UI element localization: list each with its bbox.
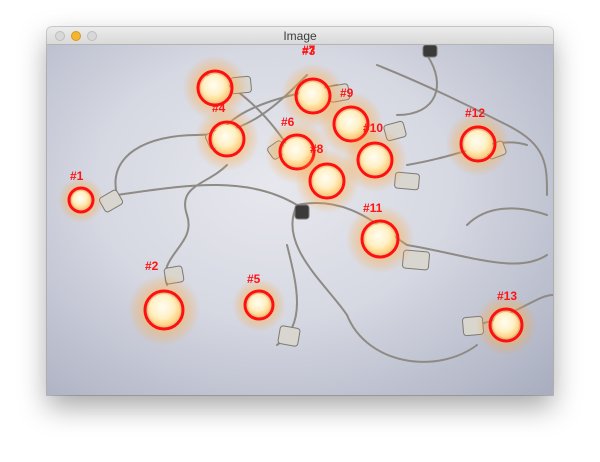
bulb-1 [58, 177, 104, 223]
title-bar[interactable]: Image [47, 27, 553, 45]
bulb-label-13: #13 [497, 289, 517, 303]
bulb-label-10: #10 [363, 121, 383, 135]
bulb-13 [475, 294, 537, 356]
bulb-label-11: #11 [363, 201, 383, 215]
bulb-core [201, 74, 229, 102]
bulb-label-8: #8 [310, 142, 324, 156]
bulb-10 [342, 127, 408, 193]
bulb-11 [345, 204, 415, 274]
bulb-label-6: #6 [281, 115, 295, 129]
bulb-label-7: #7 [302, 45, 316, 57]
bulb-label-5: #5 [247, 272, 261, 286]
bulb-12 [445, 111, 511, 177]
bulb-core [148, 294, 180, 326]
bulb-core [299, 82, 327, 110]
bulb-core [365, 224, 395, 254]
bulb-core [493, 312, 519, 338]
bulb-4 [194, 106, 260, 172]
bulb-core [313, 167, 341, 195]
bulb-core [72, 191, 90, 209]
bulb-core [213, 125, 241, 153]
bulbs-photo: #1 #2 #3 #4 #5 #6 #7 #8 #9 #10 #11 #12 #… [58, 45, 553, 363]
bulb-2 [127, 273, 201, 347]
image-canvas: #1 #2 #3 #4 #5 #6 #7 #8 #9 #10 #11 #12 #… [47, 45, 553, 395]
image-window: Image #1 #2 #3 #4 #5 #6 #7 #8 #9 #10 #11… [47, 27, 553, 395]
bulb-label-2: #2 [145, 259, 159, 273]
bulb-label-9: #9 [340, 86, 354, 100]
bulb-label-4: #4 [212, 101, 226, 115]
bulb-5 [232, 278, 286, 332]
bulb-core [361, 146, 389, 174]
window-title: Image [283, 29, 317, 43]
bulb-label-12: #12 [465, 106, 485, 120]
bulb-label-1: #1 [70, 169, 84, 183]
bulb-core [464, 130, 492, 158]
bulb-core [248, 294, 270, 316]
